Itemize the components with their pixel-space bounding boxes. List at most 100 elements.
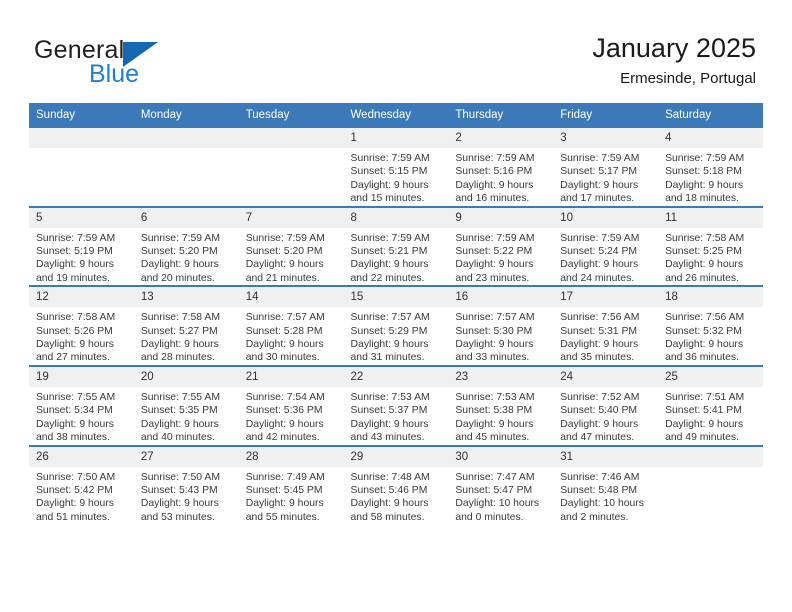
sunrise-text: Sunrise: 7:58 AM	[140, 312, 220, 324]
day-number: 24	[553, 366, 659, 387]
weekday-header-tuesday: Tuesday	[238, 103, 344, 127]
sunrise-text: Sunrise: 7:56 AM	[560, 312, 640, 324]
day-number: 3	[553, 128, 659, 148]
day-number: 16	[448, 287, 554, 308]
title-block: January 2025 Ermesinde, Portugal	[592, 32, 756, 88]
calendar-day-cell[interactable]: 5 Sunrise: 7:59 AM Sunset: 5:19 PM Daylight…	[29, 205, 134, 287]
day-number: 12	[29, 287, 134, 308]
sunrise-text: Sunrise: 7:56 AM	[665, 312, 745, 324]
calendar-day-cell[interactable]: 3 Sunrise: 7:59 AM Sunset: 5:17 PM Daylight…	[553, 126, 659, 207]
calendar-day-cell[interactable]: 29 Sunrise: 7:48 AM Sunset: 5:46 PM Dayligh…	[343, 444, 449, 525]
day-sun-info: Sunrise: 7:56 AM Sunset: 5:32 PM Daylight:…	[658, 307, 763, 365]
calendar-day-cell[interactable]: 11 Sunrise: 7:58 AM Sunset: 5:25 PM Dayligh…	[658, 205, 763, 287]
sunrise-text: Sunrise: 7:50 AM	[140, 471, 220, 483]
sunset-text: Sunset: 5:45 PM	[245, 484, 323, 496]
calendar-day-cell[interactable]: 2 Sunrise: 7:59 AM Sunset: 5:16 PM Daylight…	[448, 126, 554, 207]
sunset-text: Sunset: 5:18 PM	[665, 166, 742, 178]
calendar-day-cell[interactable]: 7 Sunrise: 7:59 AM Sunset: 5:20 PM Daylight…	[238, 205, 344, 287]
daylight-text: Daylight: 9 hours and 19 minutes.	[36, 259, 114, 284]
sunset-text: Sunset: 5:17 PM	[560, 166, 638, 178]
daylight-text: Daylight: 9 hours and 18 minutes.	[665, 179, 744, 205]
day-number: 4	[658, 128, 763, 148]
day-number	[238, 128, 344, 148]
day-number: 5	[29, 207, 134, 228]
sunrise-text: Sunrise: 7:52 AM	[560, 391, 640, 403]
calendar-day-cell[interactable]: 24 Sunrise: 7:52 AM Sunset: 5:40 PM Dayligh…	[553, 364, 659, 446]
calendar-day-cell[interactable]: 4 Sunrise: 7:59 AM Sunset: 5:18 PM Daylight…	[658, 126, 763, 207]
calendar-day-cell[interactable]: 17 Sunrise: 7:56 AM Sunset: 5:31 PM Dayligh…	[553, 285, 659, 366]
sunrise-text: Sunrise: 7:55 AM	[36, 391, 116, 403]
sunrise-text: Sunrise: 7:59 AM	[36, 232, 116, 244]
calendar-day-cell[interactable]: 1 Sunrise: 7:59 AM Sunset: 5:15 PM Daylight…	[343, 126, 449, 207]
day-sun-info: Sunrise: 7:49 AM Sunset: 5:45 PM Daylight:…	[239, 467, 344, 525]
day-number: 27	[133, 446, 239, 467]
day-number	[133, 128, 239, 148]
calendar-day-cell[interactable]: 19 Sunrise: 7:55 AM Sunset: 5:34 PM Dayligh…	[29, 364, 134, 446]
calendar-day-cell[interactable]: 16 Sunrise: 7:57 AM Sunset: 5:30 PM Dayligh…	[448, 285, 554, 366]
sunrise-text: Sunrise: 7:57 AM	[455, 312, 535, 324]
calendar-day-cell[interactable]: 15 Sunrise: 7:57 AM Sunset: 5:29 PM Dayligh…	[343, 285, 449, 366]
daylight-text: Daylight: 10 hours and 0 minutes.	[455, 498, 540, 523]
calendar-day-cell[interactable]: 27 Sunrise: 7:50 AM Sunset: 5:43 PM Dayligh…	[133, 444, 239, 525]
daylight-text: Daylight: 9 hours and 20 minutes.	[140, 259, 219, 284]
daylight-text: Daylight: 9 hours and 42 minutes.	[245, 418, 324, 444]
calendar-day-cell-empty	[29, 126, 134, 207]
sunrise-text: Sunrise: 7:59 AM	[560, 232, 640, 244]
sunrise-text: Sunrise: 7:58 AM	[36, 312, 116, 324]
daylight-text: Daylight: 9 hours and 38 minutes.	[36, 418, 114, 444]
day-sun-info: Sunrise: 7:59 AM Sunset: 5:19 PM Daylight:…	[29, 228, 134, 286]
calendar-day-cell[interactable]: 8 Sunrise: 7:59 AM Sunset: 5:21 PM Daylight…	[343, 205, 449, 287]
day-number: 10	[553, 207, 659, 228]
daylight-text: Daylight: 9 hours and 58 minutes.	[350, 498, 429, 523]
calendar-day-cell[interactable]: 9 Sunrise: 7:59 AM Sunset: 5:22 PM Daylight…	[448, 205, 554, 287]
daylight-text: Daylight: 9 hours and 33 minutes.	[455, 339, 534, 364]
sunset-text: Sunset: 5:37 PM	[350, 405, 428, 417]
calendar-day-cell[interactable]: 14 Sunrise: 7:57 AM Sunset: 5:28 PM Dayligh…	[238, 285, 344, 366]
day-number: 9	[448, 207, 554, 228]
calendar-day-cell[interactable]: 26 Sunrise: 7:50 AM Sunset: 5:42 PM Dayligh…	[29, 444, 134, 525]
calendar-day-cell[interactable]: 30 Sunrise: 7:47 AM Sunset: 5:47 PM Dayligh…	[448, 444, 554, 525]
sunrise-text: Sunrise: 7:47 AM	[455, 471, 535, 483]
calendar-day-cell[interactable]: 31 Sunrise: 7:46 AM Sunset: 5:48 PM Dayligh…	[553, 444, 659, 525]
sunrise-text: Sunrise: 7:59 AM	[140, 232, 220, 244]
calendar-day-cell[interactable]: 12 Sunrise: 7:58 AM Sunset: 5:26 PM Dayligh…	[29, 285, 134, 366]
day-sun-info: Sunrise: 7:53 AM Sunset: 5:37 PM Daylight:…	[344, 387, 449, 445]
calendar-weekday-header-row: Sunday Monday Tuesday Wednesday Thursday…	[29, 103, 763, 127]
day-sun-info: Sunrise: 7:57 AM Sunset: 5:28 PM Daylight:…	[239, 307, 344, 365]
day-number: 29	[343, 446, 449, 467]
calendar-day-cell[interactable]: 20 Sunrise: 7:55 AM Sunset: 5:35 PM Dayligh…	[133, 364, 239, 446]
day-sun-info: Sunrise: 7:57 AM Sunset: 5:29 PM Daylight:…	[344, 307, 449, 365]
calendar-day-cell[interactable]: 13 Sunrise: 7:58 AM Sunset: 5:27 PM Dayligh…	[133, 285, 239, 366]
daylight-text: Daylight: 9 hours and 30 minutes.	[245, 339, 324, 364]
daylight-text: Daylight: 9 hours and 49 minutes.	[665, 418, 744, 444]
day-number: 15	[343, 287, 449, 308]
calendar-day-cell[interactable]: 18 Sunrise: 7:56 AM Sunset: 5:32 PM Dayligh…	[658, 285, 763, 366]
calendar-day-cell[interactable]: 22 Sunrise: 7:53 AM Sunset: 5:37 PM Dayligh…	[343, 364, 449, 446]
sunrise-text: Sunrise: 7:59 AM	[455, 232, 535, 244]
day-number: 21	[238, 366, 344, 387]
calendar-day-cell[interactable]: 28 Sunrise: 7:49 AM Sunset: 5:45 PM Dayligh…	[238, 444, 344, 525]
calendar-day-cell[interactable]: 23 Sunrise: 7:53 AM Sunset: 5:38 PM Dayligh…	[448, 364, 554, 446]
day-sun-info: Sunrise: 7:57 AM Sunset: 5:30 PM Daylight:…	[448, 307, 553, 365]
calendar-day-cell[interactable]: 6 Sunrise: 7:59 AM Sunset: 5:20 PM Daylight…	[133, 205, 239, 287]
day-sun-info: Sunrise: 7:59 AM Sunset: 5:20 PM Daylight:…	[239, 228, 344, 286]
calendar-day-cell[interactable]: 21 Sunrise: 7:54 AM Sunset: 5:36 PM Dayligh…	[238, 364, 344, 446]
sunrise-text: Sunrise: 7:58 AM	[665, 232, 745, 244]
sunrise-text: Sunrise: 7:53 AM	[455, 391, 535, 403]
calendar-week-row: 26 Sunrise: 7:50 AM Sunset: 5:42 PM Dayligh…	[29, 444, 763, 525]
sunrise-text: Sunrise: 7:54 AM	[245, 391, 325, 403]
weekday-header-friday: Friday	[553, 103, 659, 127]
sunset-text: Sunset: 5:20 PM	[140, 246, 218, 258]
daylight-text: Daylight: 9 hours and 55 minutes.	[245, 498, 324, 523]
weekday-header-sunday: Sunday	[29, 103, 134, 127]
day-sun-info: Sunrise: 7:47 AM Sunset: 5:47 PM Daylight:…	[448, 467, 553, 525]
day-sun-info: Sunrise: 7:52 AM Sunset: 5:40 PM Daylight:…	[553, 387, 658, 445]
sunset-text: Sunset: 5:40 PM	[560, 405, 638, 417]
calendar-day-cell[interactable]: 10 Sunrise: 7:59 AM Sunset: 5:24 PM Dayligh…	[553, 205, 659, 287]
day-sun-info: Sunrise: 7:59 AM Sunset: 5:24 PM Daylight:…	[553, 228, 658, 286]
calendar-day-cell[interactable]: 25 Sunrise: 7:51 AM Sunset: 5:41 PM Dayligh…	[658, 364, 763, 446]
sunset-text: Sunset: 5:19 PM	[36, 246, 113, 258]
day-sun-info: Sunrise: 7:55 AM Sunset: 5:35 PM Daylight:…	[134, 387, 239, 445]
weekday-header-monday: Monday	[133, 103, 239, 127]
day-number: 1	[343, 128, 449, 148]
